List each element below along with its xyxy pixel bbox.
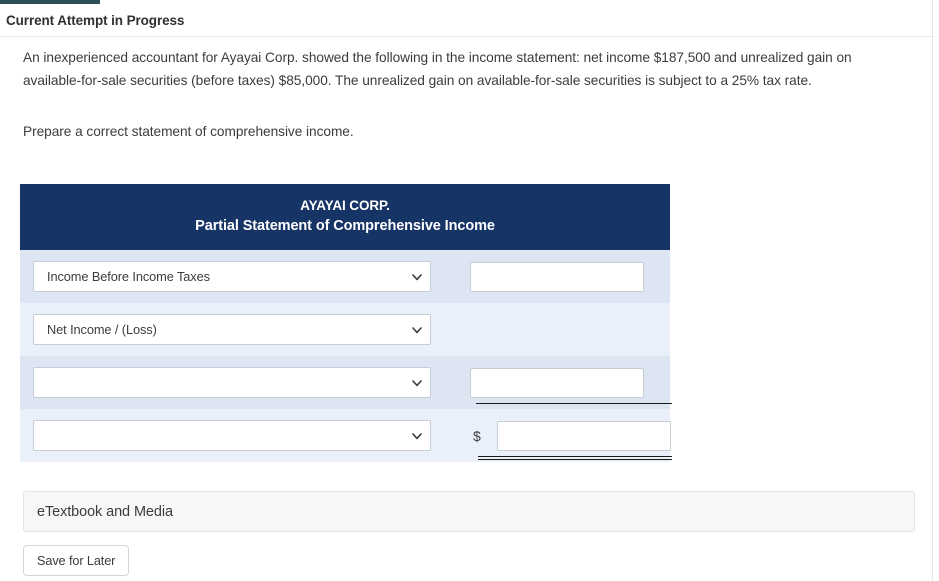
table-row: $ [20,409,672,462]
account-cell [33,420,431,451]
account-cell: Income Before Income Taxes [33,261,431,292]
account-select-label: Income Before Income Taxes [47,269,210,284]
etextbook-label: eTextbook and Media [37,503,173,520]
page-frame: Current Attempt in Progress An inexperie… [0,0,933,581]
account-cell [33,367,431,398]
amount-cell [431,250,670,303]
statement-table: AYAYAI CORP. Partial Statement of Compre… [20,184,672,462]
table-row [20,356,672,409]
currency-symbol: $ [473,427,481,444]
etextbook-and-media-bar[interactable]: eTextbook and Media [23,491,915,532]
amount-input-2[interactable] [470,367,644,398]
table-row: Net Income / (Loss) [20,303,670,356]
statement-subtitle: Partial Statement of Comprehensive Incom… [195,218,495,234]
amount-input-0[interactable] [470,261,644,292]
page-title: Current Attempt in Progress [6,13,185,28]
statement-company-name: AYAYAI CORP. [300,198,390,213]
question-prompt: An inexperienced accountant for Ayayai C… [23,50,852,88]
amount-cell [431,356,672,409]
save-for-later-button[interactable]: Save for Later [23,545,130,576]
statement-table-header: AYAYAI CORP. Partial Statement of Compre… [20,184,670,250]
subtotal-rule [476,403,672,404]
attempt-header: Current Attempt in Progress [0,10,933,37]
account-select-label: Net Income / (Loss) [47,322,157,337]
amount-cell-empty [431,303,670,356]
amount-spacer [470,315,644,345]
account-select-2[interactable] [33,367,431,398]
question-instruction: Prepare a correct statement of comprehen… [23,124,354,139]
question-body: An inexperienced accountant for Ayayai C… [23,46,893,143]
account-select-0[interactable]: Income Before Income Taxes [33,261,431,292]
table-row: Income Before Income Taxes [20,250,670,303]
account-cell: Net Income / (Loss) [33,314,431,345]
chevron-down-icon [412,432,422,439]
total-rule [478,456,672,460]
account-select-3[interactable] [33,420,431,451]
chevron-down-icon [412,379,422,386]
amount-cell: $ [431,409,672,462]
amount-input-3[interactable] [497,420,671,451]
chevron-down-icon [412,326,422,333]
chevron-down-icon [412,273,422,280]
top-progress-sliver [0,0,100,4]
account-select-1[interactable]: Net Income / (Loss) [33,314,431,345]
